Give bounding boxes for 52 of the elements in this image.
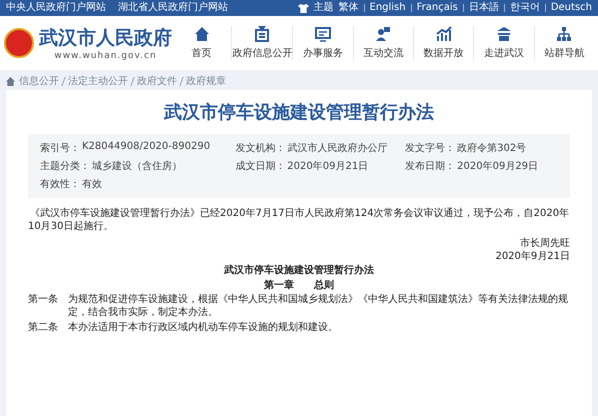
home-icon <box>194 26 210 42</box>
language-link[interactable]: English <box>370 2 406 14</box>
language-link[interactable]: 한국어 <box>510 2 540 14</box>
article-text: 本办法适用于本市行政区域内机动车停车设施的规划和建设。 <box>68 321 338 334</box>
nav-item[interactable]: 政府信息公开 <box>231 26 292 60</box>
home-icon <box>6 76 15 86</box>
document-title: 武汉市停车设施建设管理暂行办法 <box>162 101 435 124</box>
meta-value: 城乡建设（含住房） <box>92 160 182 173</box>
building-icon <box>496 26 512 42</box>
chapter-heading: 第一章 总则 <box>264 280 334 291</box>
top-link[interactable]: 湖北省人民政府门户网站 <box>118 2 228 14</box>
meta-value: K28044908/2020-890290 <box>82 141 210 154</box>
meta-value: 有效 <box>82 178 102 191</box>
site-domain: www.wuhan.gov.cn <box>53 51 158 61</box>
language-link[interactable]: 繁体 <box>338 2 358 14</box>
meta-label: 成文日期： <box>235 160 286 173</box>
article-text: 为规范和促进停车设施建设，根据《中华人民共和国城乡规划法》《中华人民共和国建筑法》等有关法律法规的规定，结合我市实际，制定本办法。 <box>68 293 569 319</box>
nav-item[interactable]: 走进武汉 <box>473 26 534 60</box>
meta-value: 武汉市人民政府办公厅 <box>287 142 388 155</box>
nav-item[interactable]: 办事服务 <box>292 26 353 60</box>
top-link[interactable]: 中央人民政府门户网站 <box>6 2 106 14</box>
bar-chart-icon <box>436 26 452 42</box>
language-link[interactable]: Français <box>416 2 458 14</box>
nav-item[interactable]: 首页 <box>172 26 232 60</box>
site-name: 武汉市人民政府 <box>39 26 172 51</box>
meta-label: 发文字号： <box>405 142 456 155</box>
language-link[interactable]: 日本語 <box>468 2 499 14</box>
meta-value: 政府令第302号 <box>457 142 526 155</box>
person-chat-icon <box>375 26 392 42</box>
meta-value: 2020年09月29日 <box>457 160 538 173</box>
signing-date: 2020年9月21日 <box>495 251 570 262</box>
nav-item[interactable]: 站群导航 <box>534 26 594 60</box>
meta-label: 有效性： <box>40 178 80 191</box>
meta-label: 主题分类： <box>40 160 90 173</box>
document-icon <box>254 26 270 42</box>
sitemap-icon <box>556 26 572 42</box>
article-number: 第二条 <box>28 321 58 334</box>
theme-link[interactable]: 主题 <box>314 2 334 14</box>
nav-item[interactable]: 互动交流 <box>352 26 413 60</box>
meta-label: 索引号： <box>40 142 80 155</box>
meta-label: 发文机构： <box>235 142 286 155</box>
meta-label: 发布日期： <box>405 160 456 173</box>
language-link[interactable]: Deutsch <box>550 2 592 14</box>
meta-value: 2020年09月21日 <box>287 160 368 173</box>
nav-item[interactable]: 数据开放 <box>412 26 474 60</box>
body-title: 武汉市停车设施建设管理暂行办法 <box>224 265 374 276</box>
signer-name: 市长周先旺 <box>520 238 570 249</box>
emblem-icon <box>4 28 34 58</box>
shirt-icon <box>298 4 308 12</box>
article-number: 第一条 <box>28 293 58 307</box>
intro-paragraph: 《武汉市停车设施建设管理暂行办法》已经2020年7月17日市人民政府第124次常务会议审议通过，现予公布，自2020年10月30日起施行。 <box>28 207 570 233</box>
monitor-icon <box>314 26 331 42</box>
